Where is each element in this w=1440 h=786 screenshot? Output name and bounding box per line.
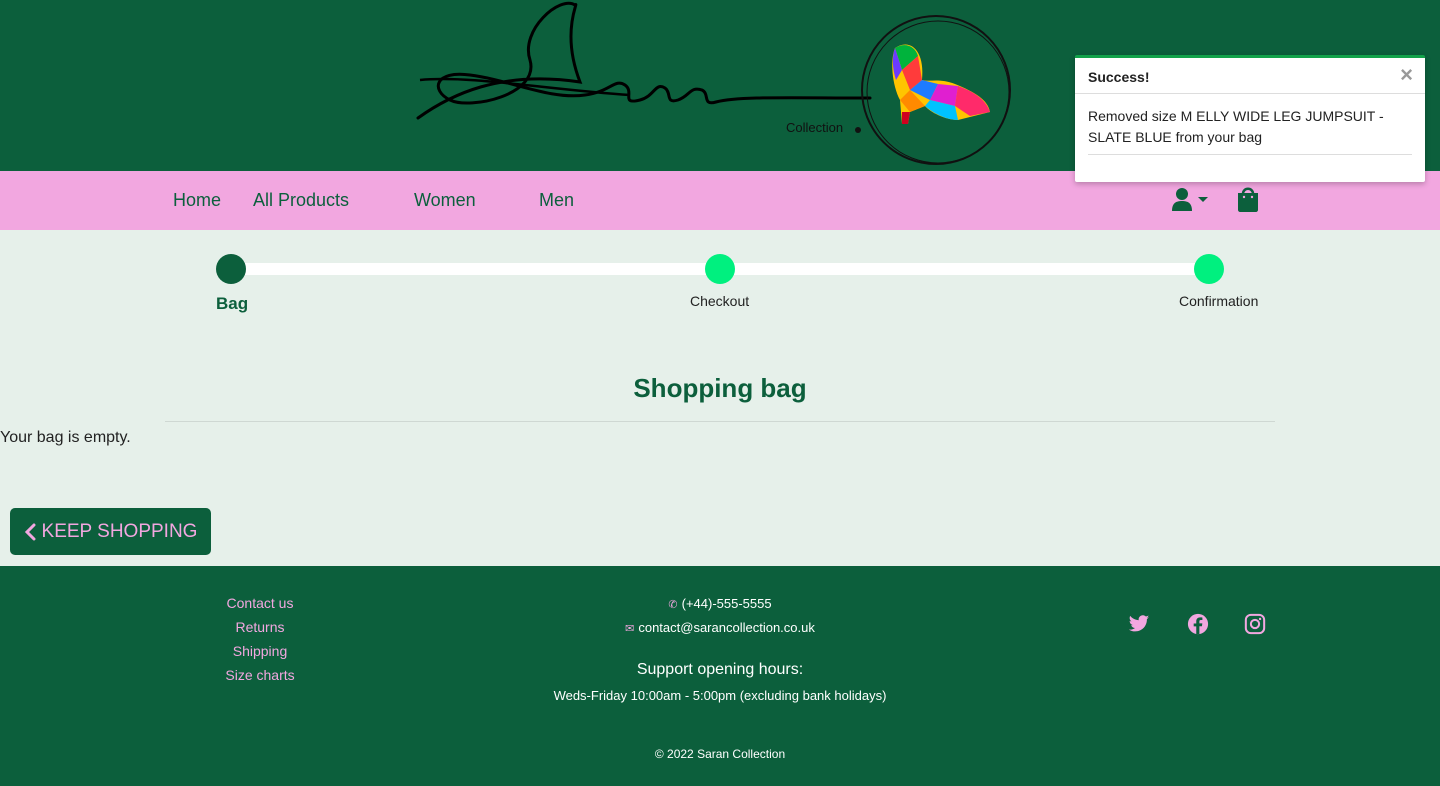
facebook-icon[interactable] xyxy=(1187,613,1209,635)
toast-title: Success! xyxy=(1088,69,1150,85)
logo-subtitle: Collection xyxy=(786,120,844,135)
site-footer: Contact us Returns Shipping Size charts … xyxy=(0,566,1440,786)
nav-men-link[interactable]: Men xyxy=(539,190,574,211)
support-hours: Weds-Friday 10:00am - 5:00pm (excluding … xyxy=(553,688,887,703)
success-toast: Success! × Removed size M ELLY WIDE LEG … xyxy=(1075,55,1425,182)
bag-link[interactable] xyxy=(1237,185,1259,218)
progress-step-checkout-dot xyxy=(705,254,735,284)
heel-icon xyxy=(892,44,990,124)
toast-message: Removed size M ELLY WIDE LEG JUMPSUIT - … xyxy=(1088,106,1412,155)
progress-step-checkout-label: Checkout xyxy=(690,293,750,309)
progress-step-bag-label: Bag xyxy=(216,294,249,313)
caret-down-icon xyxy=(1198,197,1208,202)
keep-shopping-label: KEEP SHOPPING xyxy=(41,520,198,542)
user-icon xyxy=(1172,188,1208,211)
nav-home-link[interactable]: Home xyxy=(173,190,221,211)
email-address[interactable]: contact@sarancollection.co.uk xyxy=(638,620,815,635)
footer-link-contact[interactable]: Contact us xyxy=(160,595,360,611)
envelope-icon: ✉ xyxy=(625,623,635,635)
page-title: Shopping bag xyxy=(633,373,807,403)
footer-link-returns[interactable]: Returns xyxy=(160,619,360,635)
nav-all-products-link[interactable]: All Products xyxy=(253,190,349,211)
toast-close-button[interactable]: × xyxy=(1400,64,1413,86)
toast-header: Success! × xyxy=(1075,58,1425,94)
site-logo[interactable]: Collection xyxy=(410,0,1020,171)
logo-graphic xyxy=(416,1,1011,165)
footer-email: ✉ contact@sarancollection.co.uk xyxy=(420,620,1020,635)
footer-phone: ✆ (+44)-555-5555 xyxy=(420,596,1020,611)
progress-step-confirmation-label: Confirmation xyxy=(1179,293,1259,309)
footer-link-shipping[interactable]: Shipping xyxy=(160,643,360,659)
nav-women-link[interactable]: Women xyxy=(414,190,476,211)
phone-number: (+44)-555-5555 xyxy=(681,596,772,611)
chevron-left-icon xyxy=(24,523,36,540)
empty-bag-message: Your bag is empty. xyxy=(0,429,131,446)
shopping-bag-icon xyxy=(1238,187,1258,212)
footer-link-size-charts[interactable]: Size charts xyxy=(160,667,360,683)
instagram-icon[interactable] xyxy=(1244,613,1266,635)
keep-shopping-button[interactable]: KEEP SHOPPING xyxy=(10,508,211,555)
account-dropdown[interactable] xyxy=(1172,185,1210,220)
support-hours-title: Support opening hours: xyxy=(636,661,804,678)
phone-icon: ✆ xyxy=(668,599,678,611)
title-divider xyxy=(165,421,1275,422)
twitter-icon[interactable] xyxy=(1128,613,1150,635)
copyright: © 2022 Saran Collection xyxy=(654,747,786,761)
progress-step-confirmation-dot xyxy=(1194,254,1224,284)
progress-step-bag-dot xyxy=(216,254,246,284)
